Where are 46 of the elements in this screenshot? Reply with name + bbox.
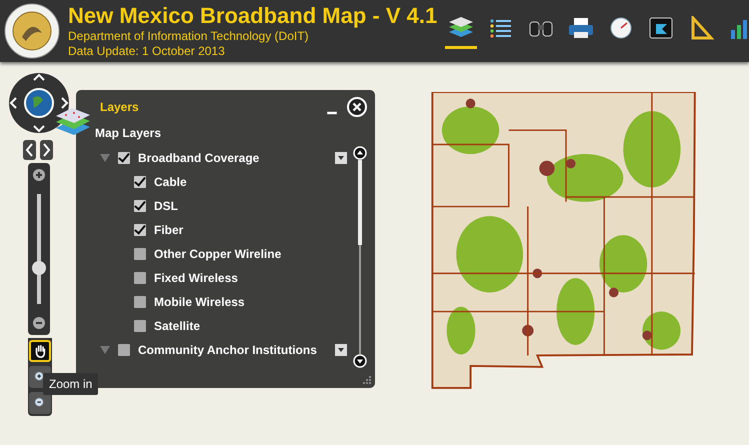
layer-label: Fixed Wireless [154, 271, 238, 285]
pan-tool-button[interactable] [29, 340, 51, 362]
department-name: Department of Information Technology (DoIT) [68, 29, 310, 44]
scrollbar[interactable] [353, 146, 367, 368]
layer-label: Other Copper Wireline [154, 247, 282, 261]
tooltip: Zoom in [43, 373, 98, 395]
layer-checkbox[interactable] [134, 248, 146, 260]
dropdown-icon[interactable] [335, 152, 347, 164]
hand-icon [33, 344, 47, 358]
resize-grip-icon[interactable] [362, 375, 372, 385]
layer-checkbox[interactable] [134, 320, 146, 332]
layer-checkbox[interactable] [118, 152, 130, 164]
zoom-slider-thumb[interactable] [32, 260, 46, 275]
scroll-down-icon[interactable] [353, 354, 367, 368]
state-seal-icon [4, 3, 60, 59]
zoom-out-icon [33, 396, 47, 410]
section-heading: Map Layers [95, 126, 162, 140]
pan-control[interactable] [8, 72, 70, 134]
scroll-up-icon[interactable] [353, 146, 367, 160]
layer-label: DSL [154, 199, 178, 213]
layer-label: Fiber [154, 223, 184, 237]
close-icon[interactable] [347, 97, 367, 117]
layer-checkbox[interactable] [134, 224, 146, 236]
layer-checkbox[interactable] [134, 296, 146, 308]
layer-checkbox[interactable] [134, 272, 146, 284]
app-title: New Mexico Broadband Map - V 4.1 [68, 3, 438, 29]
layer-checkbox[interactable] [134, 200, 146, 212]
zoom-out-icon[interactable] [33, 317, 45, 329]
zoom-out-tool-button[interactable] [29, 392, 51, 414]
expand-toggle-icon[interactable] [100, 154, 110, 162]
zoom-in-icon[interactable] [33, 169, 45, 181]
layers-icon [447, 16, 475, 40]
map-layers-icon [54, 108, 92, 136]
panel-title: Layers [100, 100, 140, 114]
layer-group-label: Community Anchor Institutions [138, 343, 318, 357]
previous-next-extent-icon[interactable] [23, 140, 53, 160]
layer-checkbox[interactable] [134, 176, 146, 188]
layer-label: Cable [154, 175, 187, 189]
expand-toggle-icon[interactable] [100, 346, 110, 354]
layer-label: Mobile Wireless [154, 295, 245, 309]
layer-group-label: Broadband Coverage [138, 151, 260, 165]
data-update-date: Data Update: 1 October 2013 [68, 44, 226, 59]
layer-label: Satellite [154, 319, 200, 333]
dropdown-icon[interactable] [335, 344, 347, 356]
layer-checkbox[interactable] [118, 344, 130, 356]
print-icon [567, 16, 595, 40]
